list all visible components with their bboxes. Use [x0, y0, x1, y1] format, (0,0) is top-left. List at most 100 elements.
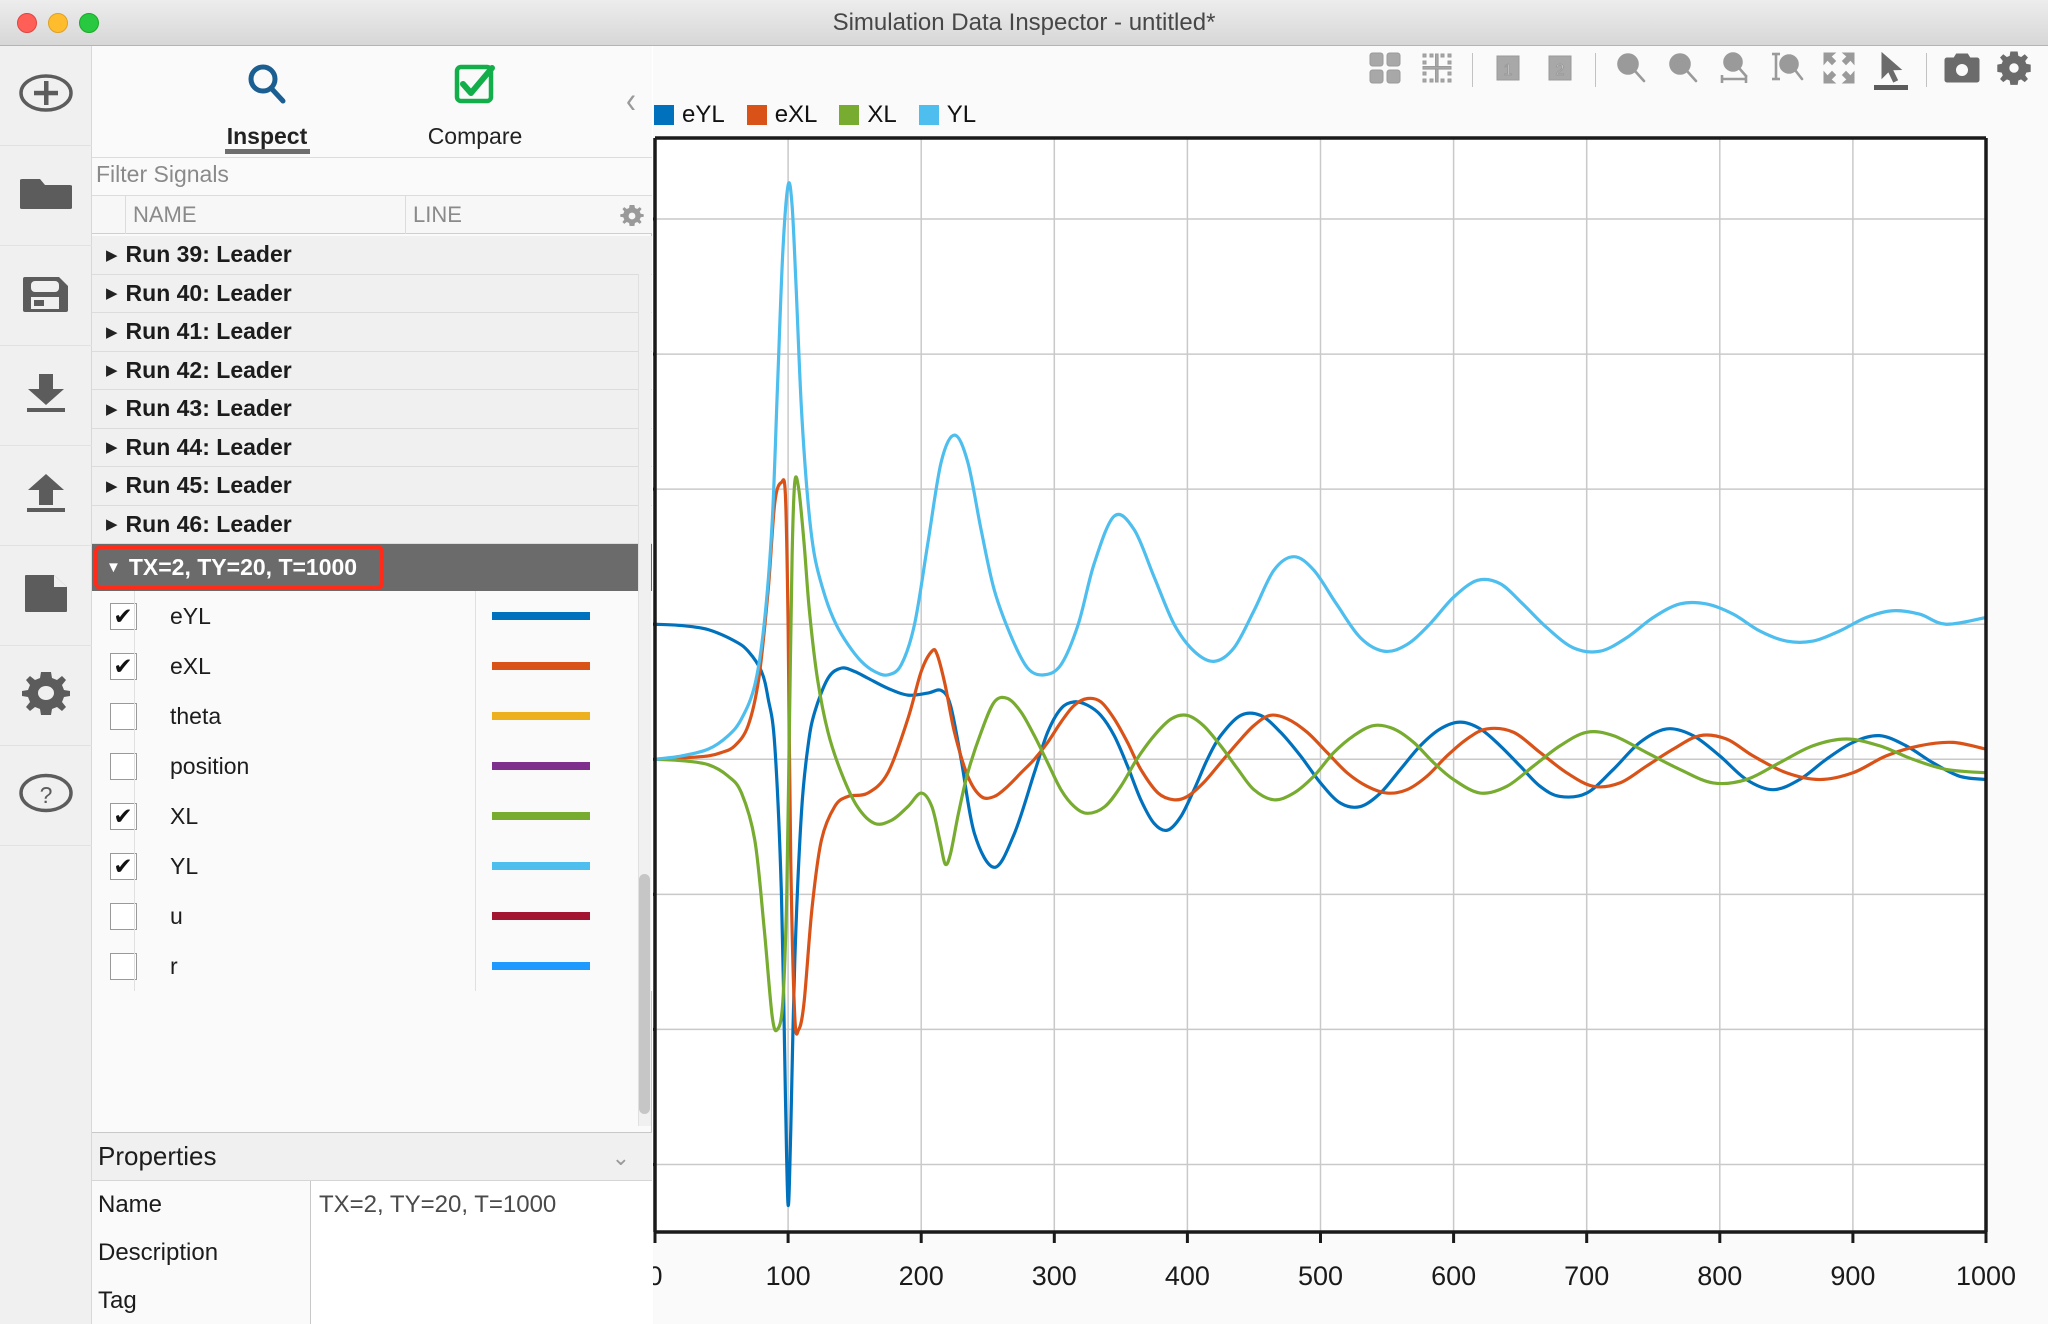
signal-checkbox[interactable]: ✔ — [110, 803, 137, 830]
signal-row[interactable]: ✔ YL — [92, 841, 652, 891]
signal-row[interactable]: r — [92, 941, 652, 991]
column-settings-gear-icon[interactable] — [620, 204, 644, 233]
signal-line-swatch[interactable] — [492, 612, 590, 620]
row-divider — [475, 891, 476, 941]
run-row[interactable]: ▶ Run 39: Leader — [92, 236, 652, 275]
arrow-pointer-icon — [1875, 51, 1907, 90]
plot-svg[interactable]: 806040200−20−40−600100200300400500600700… — [653, 136, 2048, 1324]
expand-arrow-icon[interactable]: ▶ — [106, 323, 118, 341]
signal-line-swatch[interactable] — [492, 662, 590, 670]
expand-arrow-icon[interactable]: ▶ — [106, 400, 118, 418]
signal-checkbox[interactable] — [110, 903, 137, 930]
expand-arrow-icon[interactable]: ▶ — [106, 361, 118, 379]
legend-item[interactable]: YL — [919, 101, 976, 129]
run-row[interactable]: ▶ Run 40: Leader — [92, 275, 652, 314]
plot-container[interactable]: 806040200−20−40−600100200300400500600700… — [653, 136, 2048, 1324]
signal-checkbox[interactable]: ✔ — [110, 603, 137, 630]
signal-name: r — [170, 953, 442, 980]
zoom-x-button[interactable] — [1709, 46, 1761, 94]
signal-line-swatch[interactable] — [492, 712, 590, 720]
selected-run-row[interactable]: ▼ TX=2, TY=20, T=1000 — [92, 544, 652, 591]
question-circle-icon: ? — [19, 772, 73, 819]
signal-row[interactable]: u — [92, 891, 652, 941]
zoom-out-button[interactable] — [1657, 46, 1709, 94]
signal-row[interactable]: ✔ eYL — [92, 591, 652, 641]
magnifier-icon — [244, 62, 290, 113]
settings-button[interactable] — [1988, 46, 2040, 94]
scrollbar-thumb[interactable] — [639, 874, 650, 1114]
signal-checkbox[interactable] — [110, 953, 137, 980]
property-value-description[interactable] — [311, 1229, 652, 1277]
run-row[interactable]: ▶ Run 45: Leader — [92, 467, 652, 506]
window-title: Simulation Data Inspector - untitled* — [0, 0, 2048, 46]
snapshot-button[interactable] — [1936, 46, 1988, 94]
save-button[interactable] — [0, 246, 92, 346]
run-label: Run 46: Leader — [126, 511, 292, 538]
signal-row[interactable]: theta — [92, 691, 652, 741]
cursor-one-button[interactable]: 1 — [1482, 46, 1534, 94]
collapse-panel-chevron-icon[interactable]: ‹ — [626, 80, 636, 123]
signal-checkbox[interactable] — [110, 703, 137, 730]
run-row[interactable]: ▶ Run 44: Leader — [92, 429, 652, 468]
gear-icon — [22, 670, 70, 721]
expand-arrow-icon[interactable]: ▶ — [106, 477, 118, 495]
grid-toggle-button[interactable] — [1411, 46, 1463, 94]
import-button[interactable] — [0, 346, 92, 446]
signal-list-scrollbar[interactable] — [638, 274, 651, 1126]
add-run-button[interactable] — [0, 46, 92, 146]
expand-arrow-icon[interactable]: ▶ — [106, 284, 118, 302]
signal-checkbox[interactable]: ✔ — [110, 853, 137, 880]
run-row[interactable]: ▶ Run 41: Leader — [92, 313, 652, 352]
expand-arrow-icon[interactable]: ▶ — [106, 246, 118, 264]
signal-line-swatch[interactable] — [492, 762, 590, 770]
filter-signals-row[interactable]: Filter Signals — [92, 158, 652, 196]
expand-arrow-icon[interactable]: ▶ — [106, 438, 118, 456]
signal-line-swatch[interactable] — [492, 862, 590, 870]
filter-signals-input[interactable]: Filter Signals — [96, 161, 229, 188]
x-tick-label: 600 — [1431, 1261, 1476, 1291]
cursor-two-button[interactable]: 2 — [1534, 46, 1586, 94]
preferences-button[interactable] — [0, 646, 92, 746]
expand-arrow-icon[interactable]: ▶ — [106, 515, 118, 533]
zoom-y-button[interactable] — [1761, 46, 1813, 94]
zoom-in-button[interactable] — [1605, 46, 1657, 94]
signal-line-swatch[interactable] — [492, 812, 590, 820]
fit-to-view-button[interactable] — [1813, 46, 1865, 94]
toolbar-separator — [1926, 53, 1927, 87]
properties-chevron-down-icon[interactable]: ⌄ — [612, 1145, 630, 1171]
x-tick-label: 300 — [1032, 1261, 1077, 1291]
signal-row[interactable]: ✔ XL — [92, 791, 652, 841]
signal-row[interactable]: position — [92, 741, 652, 791]
four-squares-icon — [1369, 52, 1401, 89]
open-folder-button[interactable] — [0, 146, 92, 246]
signal-checkbox[interactable] — [110, 753, 137, 780]
signal-checkbox[interactable]: ✔ — [110, 653, 137, 680]
report-button[interactable] — [0, 546, 92, 646]
tab-compare[interactable]: Compare — [375, 46, 575, 158]
pointer-button[interactable] — [1865, 46, 1917, 94]
tab-inspect[interactable]: Inspect — [167, 46, 367, 158]
column-line[interactable]: LINE — [406, 196, 614, 234]
run-tree: ▶ Run 39: Leader ▶ Run 40: Leader ▶ Run … — [92, 236, 652, 1076]
legend-swatch-icon — [747, 105, 767, 125]
signal-row[interactable]: ✔ eXL — [92, 641, 652, 691]
properties-header[interactable]: Properties ⌄ — [92, 1133, 652, 1181]
column-name[interactable]: NAME — [126, 196, 406, 234]
fit-expand-icon — [1822, 51, 1856, 90]
signal-line-swatch[interactable] — [492, 962, 590, 970]
export-button[interactable] — [0, 446, 92, 546]
signal-name: XL — [170, 803, 442, 830]
help-button[interactable]: ? — [0, 746, 92, 846]
signal-line-swatch[interactable] — [492, 912, 590, 920]
collapse-arrow-icon[interactable]: ▼ — [106, 559, 121, 576]
property-value-tag[interactable] — [311, 1277, 652, 1324]
legend-item[interactable]: eYL — [654, 101, 725, 129]
svg-text:?: ? — [40, 782, 53, 808]
subplot-layout-button[interactable] — [1359, 46, 1411, 94]
property-value-name[interactable]: TX=2, TY=20, T=1000 — [311, 1181, 652, 1229]
run-row[interactable]: ▶ Run 46: Leader — [92, 506, 652, 545]
legend-item[interactable]: XL — [839, 101, 896, 129]
run-row[interactable]: ▶ Run 43: Leader — [92, 390, 652, 429]
legend-item[interactable]: eXL — [747, 101, 818, 129]
run-row[interactable]: ▶ Run 42: Leader — [92, 352, 652, 391]
